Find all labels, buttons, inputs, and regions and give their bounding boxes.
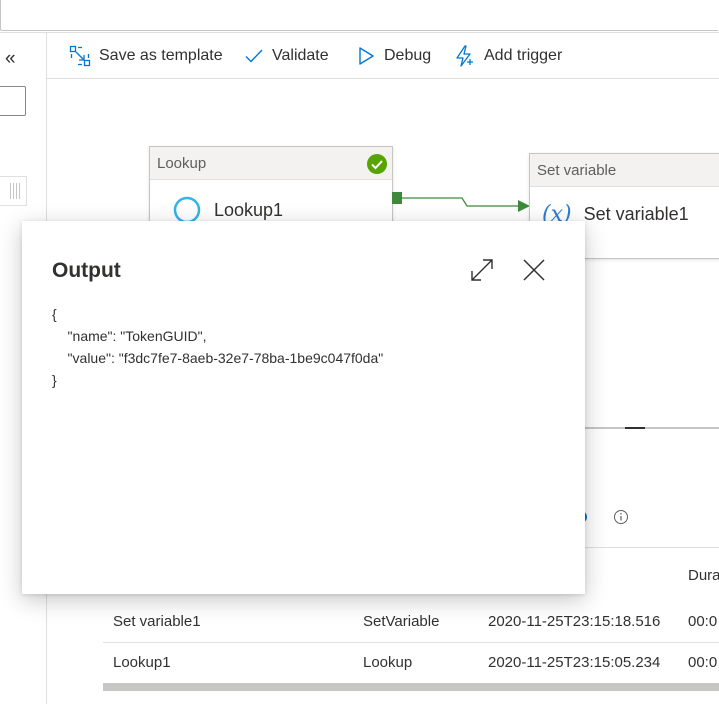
save-as-template-button[interactable]: Save as template bbox=[69, 44, 223, 68]
column-header-duration[interactable]: Dura bbox=[688, 567, 719, 584]
rail-grip-handle[interactable] bbox=[0, 176, 27, 206]
collapse-chevrons-icon[interactable]: « bbox=[5, 49, 16, 68]
top-bar bbox=[0, 0, 719, 33]
output-dialog: Output { "name": "TokenGUID", "value": "… bbox=[22, 221, 585, 594]
save-as-template-label: Save as template bbox=[99, 47, 223, 64]
table-row[interactable]: Set variable1 SetVariable 2020-11-25T23:… bbox=[103, 602, 719, 643]
validate-button[interactable]: Validate bbox=[244, 44, 329, 68]
close-icon[interactable] bbox=[521, 257, 547, 283]
set-variable-node-header: Set variable bbox=[530, 154, 719, 187]
add-trigger-button[interactable]: Add trigger bbox=[454, 44, 562, 68]
run-start-cell: 2020-11-25T23:15:05.234 bbox=[488, 654, 661, 671]
output-dialog-title: Output bbox=[52, 259, 121, 282]
checkmark-icon bbox=[245, 49, 263, 63]
lookup-node-header: Lookup bbox=[150, 147, 392, 180]
activity-name-cell: Lookup1 bbox=[113, 654, 171, 671]
activity-connector-arrow bbox=[402, 197, 530, 212]
table-header-divider bbox=[585, 547, 719, 548]
horizontal-scrollbar[interactable] bbox=[103, 683, 719, 691]
pipeline-toolbar: Save as template Validate Debug Add trig… bbox=[47, 33, 719, 79]
debug-button[interactable]: Debug bbox=[356, 44, 431, 68]
run-start-cell: 2020-11-25T23:15:18.516 bbox=[488, 613, 661, 630]
output-json-text: { "name": "TokenGUID", "value": "f3dc7fe… bbox=[52, 306, 384, 388]
rail-search-field[interactable] bbox=[0, 86, 26, 116]
table-row[interactable]: Lookup1 Lookup 2020-11-25T23:15:05.234 0… bbox=[103, 643, 719, 684]
panel-splitter[interactable] bbox=[585, 427, 719, 429]
activity-type-cell: SetVariable bbox=[363, 613, 440, 630]
expand-icon[interactable] bbox=[469, 257, 495, 283]
set-variable-node-type: Set variable bbox=[537, 162, 617, 179]
add-trigger-label: Add trigger bbox=[484, 47, 563, 64]
lookup-node-name: Lookup1 bbox=[214, 199, 284, 220]
top-input-field[interactable] bbox=[0, 0, 718, 31]
duration-cell: 00:0 bbox=[688, 654, 718, 671]
duration-cell: 00:0 bbox=[688, 613, 718, 630]
lookup-node-type: Lookup bbox=[157, 155, 207, 172]
success-output-port[interactable] bbox=[392, 192, 402, 204]
success-check-icon bbox=[367, 154, 387, 174]
save-template-icon bbox=[69, 45, 91, 67]
validate-label: Validate bbox=[272, 47, 329, 64]
set-variable-node-name: Set variable1 bbox=[583, 204, 689, 224]
activity-name-cell: Set variable1 bbox=[113, 613, 201, 630]
play-icon bbox=[359, 47, 374, 65]
debug-label: Debug bbox=[384, 47, 432, 64]
active-tab-indicator bbox=[625, 427, 645, 429]
info-icon[interactable] bbox=[613, 509, 629, 525]
lightning-icon bbox=[456, 45, 473, 67]
activity-type-cell: Lookup bbox=[363, 654, 413, 671]
